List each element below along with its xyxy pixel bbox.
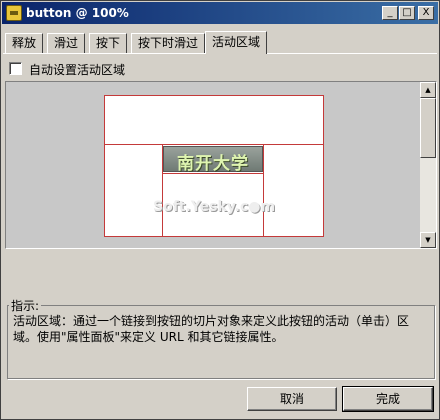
minimize-button[interactable]: _	[382, 6, 398, 20]
hint-text: 活动区域：通过一个链接到按钮的切片对象来定义此按钮的活动（单击）区域。使用"属性…	[13, 314, 410, 344]
watermark-text: Soft.Yesky.c●m	[153, 199, 276, 215]
button-canvas[interactable]: 南开大学 Soft.Yesky.c●m	[104, 95, 324, 237]
tab-over-while-down[interactable]: 按下时滑过	[131, 33, 206, 53]
done-button[interactable]: 完成	[342, 386, 434, 412]
dialog-window: button @ 100% _ □ X 释放 滑过 按下 按下时滑过 活动区域 …	[0, 0, 440, 420]
preview-area[interactable]: 南开大学 Soft.Yesky.c●m ▲ ▼	[5, 81, 437, 249]
cancel-button[interactable]: 取消	[247, 387, 337, 411]
close-button[interactable]: X	[418, 6, 434, 20]
tab-active-area[interactable]: 活动区域	[205, 31, 268, 54]
slice-guide-horizontal[interactable]	[105, 144, 323, 145]
window-title: button @ 100%	[26, 6, 129, 20]
tab-strip: 释放 滑过 按下 按下时滑过 活动区域	[5, 31, 435, 54]
scroll-thumb[interactable]	[420, 98, 436, 158]
auto-area-checkbox[interactable]	[9, 62, 22, 75]
app-icon	[6, 5, 22, 21]
vertical-scrollbar[interactable]: ▲ ▼	[420, 82, 436, 248]
maximize-button[interactable]: □	[399, 6, 415, 20]
tab-down[interactable]: 按下	[89, 33, 128, 53]
title-bar[interactable]: button @ 100% _ □ X	[2, 2, 438, 24]
slice-guide-right[interactable]	[263, 144, 264, 236]
hint-title: 指示:	[9, 297, 42, 314]
button-image-text: 南开大学	[177, 154, 249, 174]
tab-release[interactable]: 释放	[5, 33, 44, 53]
auto-area-label: 自动设置活动区域	[29, 63, 126, 77]
button-image[interactable]: 南开大学	[163, 146, 263, 174]
tab-over[interactable]: 滑过	[47, 33, 86, 53]
scroll-down-icon[interactable]: ▼	[420, 232, 436, 248]
scroll-up-icon[interactable]: ▲	[420, 82, 436, 98]
